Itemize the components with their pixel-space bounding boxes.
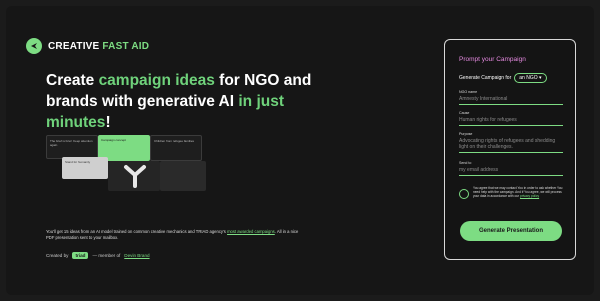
brand-name-part2: FAST AID <box>102 40 150 52</box>
brand-name-part1: CREATIVE <box>48 40 103 52</box>
aid-plane-icon <box>26 38 42 54</box>
preview-card: The brief is brief. Keep attention again <box>46 135 98 159</box>
field-placeholder[interactable]: my email address <box>459 165 563 175</box>
privacy-policy-link[interactable]: privacy policy <box>520 194 539 198</box>
consent-text: You agree that we may contact You in ord… <box>473 186 563 199</box>
brand-logo[interactable]: CREATIVE FAST AID <box>26 38 149 54</box>
purpose-field[interactable]: Purpose Advocating rights of refugees an… <box>459 132 563 153</box>
created-by-label: Created by <box>46 253 69 258</box>
hero-text: Create <box>46 72 99 89</box>
consent-radio[interactable] <box>459 189 469 199</box>
hero-highlight: in just <box>238 93 284 110</box>
triad-y-icon <box>124 165 146 188</box>
campaign-form: Prompt your Campaign Generate Campaign f… <box>444 39 576 260</box>
agency-logo[interactable]: triad <box>72 252 89 259</box>
hero-highlight: minutes <box>46 114 106 131</box>
generate-label: Generate Campaign for <box>459 75 512 81</box>
cause-field[interactable]: Cause Human rights for refugees <box>459 111 563 126</box>
preview-card: Stand for humanity <box>62 157 108 179</box>
hero-text: for NGO and <box>214 72 312 89</box>
member-link[interactable]: Devin Brand <box>124 253 149 258</box>
field-placeholder[interactable]: Advocating rights of refugees and sheddi… <box>459 136 563 152</box>
generate-presentation-button[interactable]: Generate Presentation <box>460 221 562 241</box>
target-select[interactable]: an NGO ▾ <box>514 73 547 83</box>
field-placeholder[interactable]: Human rights for refugees <box>459 115 563 125</box>
credit-line: Created by triad — member of Devin Brand <box>46 252 150 259</box>
send-to-field[interactable]: Send to my email address <box>459 161 563 176</box>
form-title: Prompt your Campaign <box>459 56 526 63</box>
preview-card <box>160 161 206 191</box>
description: You'll get 15 ideas from an AI model tra… <box>46 229 306 241</box>
hero-headline: Create campaign ideas for NGO and brands… <box>46 70 316 133</box>
consent-row: You agree that we may contact You in ord… <box>459 186 563 199</box>
hero-text: brands with generative AI <box>46 93 239 110</box>
chevron-down-icon: ▾ <box>539 75 542 81</box>
hero-text: ! <box>105 114 111 131</box>
consent-copy: You agree that we may contact You in ord… <box>473 186 563 199</box>
awarded-campaigns-link[interactable]: most awarded campaigns <box>227 229 275 234</box>
target-select-value: an NGO <box>519 75 538 81</box>
brand-name: CREATIVE FAST AID <box>48 41 149 52</box>
hero-highlight: campaign ideas <box>98 72 215 89</box>
preview-card: Children from refugee families <box>150 135 202 161</box>
presentation-preview: The brief is brief. Keep attention again… <box>46 135 206 193</box>
generate-for-row: Generate Campaign for an NGO ▾ <box>459 73 547 83</box>
member-of-label: — member of <box>92 253 121 258</box>
ngo-name-field[interactable]: NGO name Amnesty International <box>459 90 563 105</box>
description-text: You'll get 15 ideas from an AI model tra… <box>46 229 228 234</box>
field-placeholder[interactable]: Amnesty International <box>459 94 563 104</box>
